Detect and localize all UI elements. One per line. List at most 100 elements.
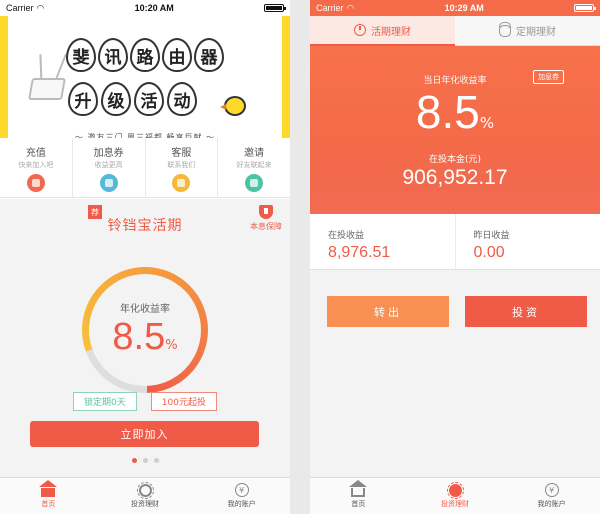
chick-illustration (220, 96, 246, 116)
quick-item-title: 充值 (25, 148, 46, 159)
invite-gift-icon (245, 174, 264, 192)
tab-invest[interactable]: 投资理财 (407, 478, 504, 514)
battery-icon (264, 4, 286, 12)
tab-label: 首页 (351, 499, 366, 508)
tab-label: 投资理财 (441, 499, 469, 508)
tab-bar: 首页 投资理财 ¥ 我的账户 (310, 477, 600, 514)
pager-dot[interactable] (131, 458, 137, 463)
tab-home[interactable]: 首页 (0, 478, 97, 514)
banner-egg-char: 讯 (98, 38, 128, 72)
principal-value: 906,952.17 (402, 166, 508, 189)
rate-unit: % (165, 338, 178, 353)
product-card: 荐 铃铛宝活期 本息保障 年化收益率 8.5% 锁定期0天 100元起投 立即加… (0, 199, 290, 477)
segment-label: 活期理财 (371, 26, 411, 38)
banner-egg-char: 路 (130, 38, 160, 72)
carrier-label: Carrier (6, 3, 34, 13)
tab-label: 我的账户 (227, 500, 256, 508)
screenshot-stage: Carrier ◠ 10:20 AM 斐 讯 路 由 器 升 级 活 动 充值 … (0, 0, 600, 514)
recharge-icon (26, 174, 45, 192)
quick-item-invite[interactable]: 邀请 好友联起来 (218, 138, 290, 197)
clock-time: 10:29 AM (444, 3, 484, 13)
yield-summary: 加息券 当日年化收益率 8.5% 在投本金(元) 906,952.17 (310, 46, 600, 214)
stat-value: 0.00 (473, 244, 505, 261)
tab-current-savings[interactable]: 活期理财 (310, 16, 455, 46)
banner-egg-char: 由 (162, 38, 192, 72)
rate-ring: 年化收益率 8.5% (82, 267, 208, 393)
sun-icon (446, 481, 464, 499)
pager-dot[interactable] (142, 458, 148, 463)
banner-egg-char: 动 (167, 82, 197, 116)
tab-invest[interactable]: 投资理财 (97, 478, 194, 514)
tab-account[interactable]: ¥ 我的账户 (193, 478, 290, 514)
tab-bar: 首页 投资理财 ¥ 我的账户 (0, 477, 290, 514)
tab-label: 首页 (41, 499, 56, 508)
withdraw-button[interactable]: 转出 (327, 296, 449, 327)
rate-value: 8.5% (89, 316, 201, 359)
clock-icon (354, 24, 366, 36)
guarantee-label: 本息保障 (250, 222, 282, 231)
invest-button[interactable]: 投资 (465, 296, 587, 327)
daily-rate-number: 8.5 (415, 86, 480, 138)
pager-dot[interactable] (153, 458, 159, 463)
principal-label: 在投本金(元) (428, 155, 482, 165)
banner-title-row-1: 斐 讯 路 由 器 (8, 38, 282, 72)
stat-label: 在投收益 (328, 231, 365, 241)
status-bar: Carrier ◠ 10:20 AM (0, 0, 290, 16)
support-agent-icon (172, 174, 191, 192)
promo-banner[interactable]: 斐 讯 路 由 器 升 级 活 动 ～ 邀友三门 周三福都 畅享巨献 ～ (0, 16, 290, 142)
quick-item-title: 邀请 (244, 148, 265, 159)
stat-value: 8,976.51 (328, 244, 391, 261)
quick-menu: 充值 快来加入吧 加息券 收益更高 客服 联系我们 邀请 好友联起来 (0, 138, 290, 198)
quick-item-support[interactable]: 客服 联系我们 (146, 138, 219, 197)
home-screen: Carrier ◠ 10:20 AM 斐 讯 路 由 器 升 级 活 动 充值 … (0, 0, 290, 514)
yen-icon: ¥ (234, 483, 249, 497)
tab-home[interactable]: 首页 (310, 478, 407, 514)
wifi-icon: ◠ (346, 2, 355, 13)
banner-egg-char: 器 (194, 38, 224, 72)
action-area: 转出 投资 (310, 270, 600, 477)
product-name: 铃铛宝活期 (107, 218, 183, 234)
sun-icon (136, 481, 154, 499)
daily-rate-value: 8.5% (310, 85, 600, 139)
stat-yesterday-earnings: 昨日收益 0.00 (456, 214, 600, 269)
tab-label: 投资理财 (131, 499, 159, 508)
quick-item-subtitle: 收益更高 (94, 161, 123, 169)
tab-account[interactable]: ¥ 我的账户 (503, 478, 600, 514)
yen-icon: ¥ (544, 483, 559, 497)
quick-item-coupon[interactable]: 加息券 收益更高 (73, 138, 146, 197)
home-icon (39, 479, 58, 497)
guarantee-link[interactable]: 本息保障 (250, 205, 282, 232)
carrier-label: Carrier (316, 3, 344, 13)
rate-label: 年化收益率 (120, 304, 170, 315)
stat-total-earnings: 在投收益 8,976.51 (310, 214, 456, 269)
tab-label: 我的账户 (537, 500, 566, 508)
earnings-stats: 在投收益 8,976.51 昨日收益 0.00 (310, 214, 600, 270)
banner-egg-char: 斐 (66, 38, 96, 72)
coins-icon (499, 24, 511, 37)
tab-fixed-term[interactable]: 定期理财 (455, 16, 600, 46)
quick-item-subtitle: 好友联起来 (236, 161, 272, 169)
product-tags: 锁定期0天 100元起投 (0, 392, 290, 411)
product-type-tabs: 活期理财 定期理财 (310, 16, 600, 46)
daily-rate-unit: % (479, 114, 495, 132)
banner-egg-char: 活 (134, 82, 164, 116)
home-icon (349, 479, 368, 497)
stat-label: 昨日收益 (473, 231, 510, 241)
coupon-icon (99, 174, 118, 192)
quick-item-title: 客服 (171, 148, 192, 159)
quick-item-recharge[interactable]: 充值 快来加入吧 (0, 138, 73, 197)
rate-number: 8.5 (112, 316, 166, 358)
battery-icon (574, 4, 596, 12)
quick-item-title: 加息券 (93, 148, 124, 159)
banner-egg-char: 级 (101, 82, 131, 116)
wifi-icon: ◠ (36, 2, 45, 13)
lock-period-tag: 锁定期0天 (73, 392, 137, 411)
join-now-button[interactable]: 立即加入 (30, 421, 259, 447)
pager-dots[interactable] (0, 458, 290, 463)
banner-title-row-2: 升 级 活 动 (68, 82, 282, 116)
shield-icon (259, 205, 273, 219)
quick-item-subtitle: 联系我们 (167, 161, 196, 169)
current-savings-screen: Carrier ◠ 10:29 AM 活期理财 定期理财 加息券 当日年化收益率… (310, 0, 600, 514)
router-illustration (28, 78, 66, 100)
status-bar: Carrier ◠ 10:29 AM (310, 0, 600, 16)
